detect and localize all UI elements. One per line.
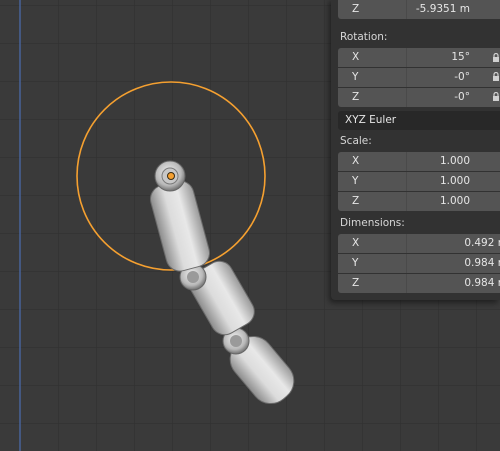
- rotation-x-label: X: [352, 51, 360, 63]
- dimensions-y-label: Y: [352, 257, 359, 269]
- dimensions-x-label: X: [352, 237, 360, 249]
- rotation-y-field[interactable]: Y -0°: [338, 68, 500, 87]
- dimensions-label: Dimensions:: [340, 217, 405, 229]
- scale-z-field[interactable]: Z 1.000: [338, 192, 500, 211]
- rotation-y-value: -0°: [454, 71, 470, 83]
- dimensions-x-field[interactable]: X 0.492 m: [338, 234, 500, 253]
- field-divider: [406, 152, 407, 171]
- scale-y-value: 1.000: [439, 175, 470, 187]
- scale-z-value: 1.000: [439, 195, 470, 207]
- transform-panel: Z -5.9351 m Rotation: X 15° Y -0° Z -0° …: [331, 0, 500, 300]
- field-divider: [406, 0, 407, 19]
- field-divider: [406, 172, 407, 191]
- dimensions-x-value: 0.492 m: [464, 237, 500, 249]
- scale-z-label: Z: [352, 195, 360, 207]
- field-divider: [406, 254, 407, 273]
- location-z-field[interactable]: Z -5.9351 m: [338, 0, 500, 19]
- rotation-x-field[interactable]: X 15°: [338, 48, 500, 67]
- lock-icon[interactable]: [491, 53, 500, 63]
- location-z-value: -5.9351 m: [415, 3, 470, 15]
- rotation-z-field[interactable]: Z -0°: [338, 88, 500, 107]
- field-divider: [406, 48, 407, 67]
- rotation-mode-dropdown[interactable]: XYZ Euler: [338, 111, 500, 130]
- rotation-z-value: -0°: [454, 91, 470, 103]
- object-origin-icon: [167, 172, 175, 180]
- rotation-z-label: Z: [352, 91, 360, 103]
- field-divider: [406, 274, 407, 293]
- field-divider: [406, 88, 407, 107]
- scale-label: Scale:: [340, 135, 372, 147]
- field-divider: [406, 68, 407, 87]
- lock-icon[interactable]: [491, 92, 500, 102]
- scale-x-value: 1.000: [439, 155, 470, 167]
- dimensions-y-value: 0.984 m: [464, 257, 500, 269]
- scale-x-label: X: [352, 155, 360, 167]
- lock-icon[interactable]: [491, 72, 500, 82]
- dimensions-z-field[interactable]: Z 0.984 m: [338, 274, 500, 293]
- dimensions-z-label: Z: [352, 277, 360, 289]
- rotation-x-value: 15°: [451, 51, 470, 63]
- rotation-y-label: Y: [352, 71, 359, 83]
- dimensions-z-value: 0.984 m: [464, 277, 500, 289]
- rotation-mode-label: XYZ Euler: [345, 114, 397, 126]
- scale-x-field[interactable]: X 1.000: [338, 152, 500, 171]
- field-divider: [406, 234, 407, 253]
- location-z-label: Z: [352, 3, 360, 15]
- field-divider: [406, 192, 407, 211]
- scale-y-field[interactable]: Y 1.000: [338, 172, 500, 191]
- dimensions-y-field[interactable]: Y 0.984 m: [338, 254, 500, 273]
- scale-y-label: Y: [352, 175, 359, 187]
- rotation-label: Rotation:: [340, 31, 388, 43]
